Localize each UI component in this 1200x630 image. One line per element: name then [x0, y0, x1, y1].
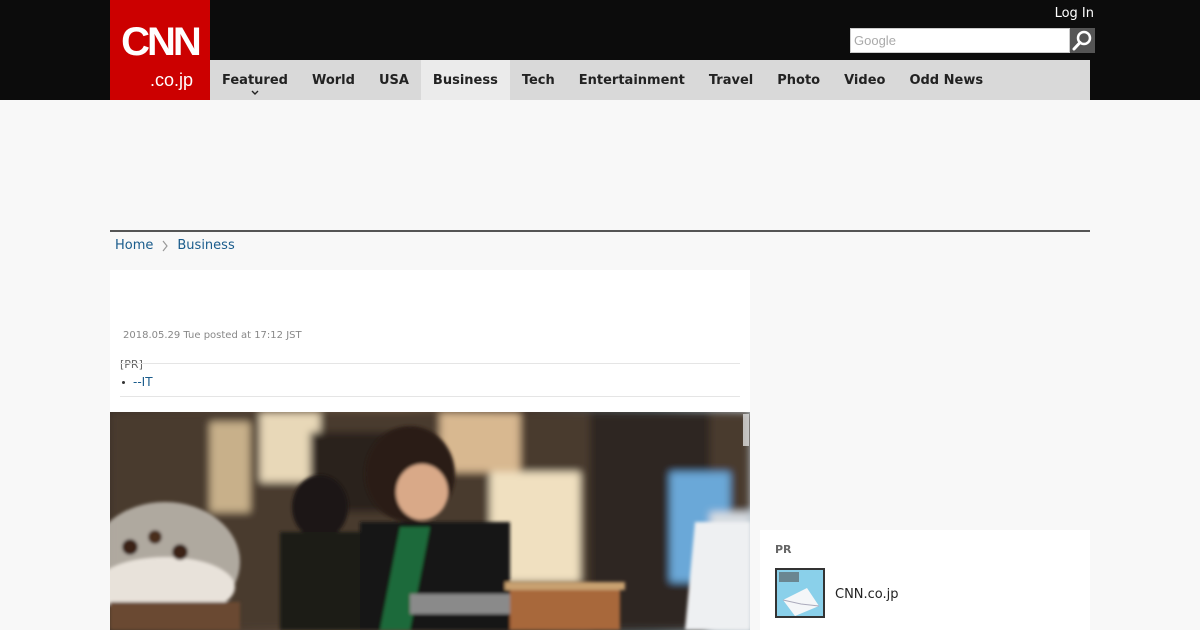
nav-entertainment[interactable]: Entertainment [567, 60, 697, 100]
bullet-icon [122, 380, 125, 384]
pr-list-item[interactable]: --IT [122, 375, 153, 389]
chevron-down-icon [251, 90, 259, 95]
logo-text: CNN [121, 20, 202, 64]
pr-divider-bottom [120, 396, 740, 397]
chevron-right-icon [162, 240, 169, 251]
nav-featured[interactable]: Featured [210, 60, 300, 100]
article-dateline: 2018.05.29 Tue posted at 17:12 JST [123, 330, 302, 341]
nav-tech[interactable]: Tech [510, 60, 567, 100]
sidebar-pr-title: PR [775, 543, 792, 556]
top-bar: CNN .co.jp Log In Featured World USA Bus… [0, 0, 1200, 100]
breadcrumb: Home Business [115, 238, 235, 253]
pr-item-name[interactable]: CNN.co.jp [835, 587, 899, 602]
pr-link[interactable]: --IT [133, 375, 153, 389]
section-divider [110, 230, 1090, 232]
breadcrumb-business[interactable]: Business [177, 238, 234, 253]
nav-usa[interactable]: USA [367, 60, 421, 100]
nav-business[interactable]: Business [420, 60, 510, 100]
article-photo [110, 412, 750, 630]
nav-photo[interactable]: Photo [765, 60, 832, 100]
article-card: 2018.05.29 Tue posted at 17:12 JST [PR] … [110, 270, 750, 630]
nav-travel[interactable]: Travel [697, 60, 765, 100]
mail-icon [777, 570, 823, 616]
barista-photo-illustration [110, 412, 750, 630]
nav-video[interactable]: Video [832, 60, 897, 100]
cnn-logo[interactable]: CNN .co.jp [110, 0, 210, 100]
main-nav: Featured World USA Business Tech Enterta… [210, 60, 1090, 100]
breadcrumb-home[interactable]: Home [115, 238, 153, 253]
nav-featured-label: Featured [222, 72, 288, 88]
pr-divider-top [120, 363, 740, 364]
logo-subtext: .co.jp [150, 70, 194, 90]
nav-odd-news[interactable]: Odd News [897, 60, 995, 100]
login-link[interactable]: Log In [1055, 6, 1094, 21]
sidebar-pr-box: PR CNN.co.jp [760, 530, 1090, 630]
pr-label: [PR] [120, 358, 143, 371]
search-button[interactable] [1070, 28, 1095, 53]
pr-thumbnail[interactable] [775, 568, 825, 618]
search-input[interactable] [850, 28, 1070, 53]
search-icon [1072, 30, 1092, 51]
nav-world[interactable]: World [300, 60, 367, 100]
